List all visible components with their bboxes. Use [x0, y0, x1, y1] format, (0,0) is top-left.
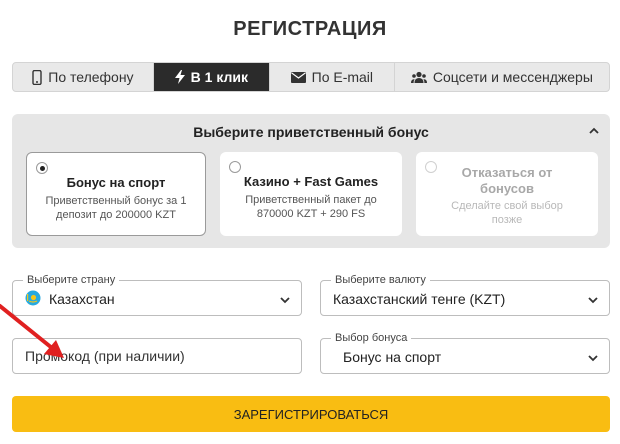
- bonus-option-title: Казино + Fast Games: [243, 174, 379, 189]
- chevron-down-icon: [587, 293, 599, 311]
- bonus-select-value: Бонус на спорт: [343, 349, 442, 365]
- chevron-down-icon: [587, 351, 599, 369]
- annotation-arrow-icon: [0, 304, 64, 358]
- lightning-icon: [174, 70, 185, 84]
- tab-one-click[interactable]: В 1 клик: [153, 63, 270, 91]
- register-button[interactable]: ЗАРЕГИСТРИРОВАТЬСЯ: [12, 396, 610, 432]
- bonus-select[interactable]: Выбор бонуса Бонус на спорт: [320, 331, 610, 374]
- chevron-down-icon: [279, 293, 291, 311]
- page-title: РЕГИСТРАЦИЯ: [233, 18, 387, 40]
- chevron-up-icon[interactable]: [588, 124, 600, 142]
- radio-icon[interactable]: [229, 161, 241, 173]
- envelope-icon: [290, 71, 306, 83]
- tab-email-label: По E-mail: [311, 69, 374, 85]
- currency-label: Выберите валюту: [331, 273, 430, 287]
- bonus-option-title: Отказаться от бонусов: [461, 165, 553, 196]
- bonus-option-desc: Приветственный пакет до 870000 KZT + 290…: [245, 194, 377, 220]
- bonus-option-casino[interactable]: Казино + Fast Games Приветственный пакет…: [220, 152, 402, 236]
- tab-phone[interactable]: По телефону: [13, 63, 154, 91]
- bonus-select-label: Выбор бонуса: [331, 331, 412, 345]
- tab-social-label: Соцсети и мессенджеры: [432, 69, 593, 85]
- bonus-option-desc: Сделайте свой выбор позже: [451, 200, 563, 226]
- tab-one-click-label: В 1 клик: [190, 69, 249, 85]
- bonus-option-desc: Приветственный бонус за 1 депозит до 200…: [45, 195, 187, 221]
- tab-phone-label: По телефону: [48, 69, 134, 85]
- tab-social[interactable]: Соцсети и мессенджеры: [395, 63, 609, 91]
- radio-selected-icon[interactable]: [36, 162, 48, 174]
- radio-icon[interactable]: [425, 161, 437, 173]
- country-label: Выберите страну: [23, 273, 120, 287]
- registration-tabs: По телефону В 1 клик По E-mail Соцсети и…: [12, 62, 610, 92]
- bonus-panel: Выберите приветственный бонус Бонус на с…: [12, 114, 610, 248]
- users-icon: [410, 71, 427, 84]
- bonus-option-title: Бонус на спорт: [66, 175, 166, 190]
- bonus-option-decline[interactable]: Отказаться от бонусов Сделайте свой выбо…: [416, 152, 598, 236]
- bonus-option-sport[interactable]: Бонус на спорт Приветственный бонус за 1…: [26, 152, 206, 236]
- tab-email[interactable]: По E-mail: [270, 63, 395, 91]
- register-button-label: ЗАРЕГИСТРИРОВАТЬСЯ: [233, 406, 389, 422]
- currency-select[interactable]: Выберите валюту Казахстанский тенге (KZT…: [320, 273, 610, 316]
- phone-icon: [32, 69, 42, 85]
- currency-value: Казахстанский тенге (KZT): [333, 291, 506, 307]
- bonus-heading: Выберите приветственный бонус: [193, 124, 429, 140]
